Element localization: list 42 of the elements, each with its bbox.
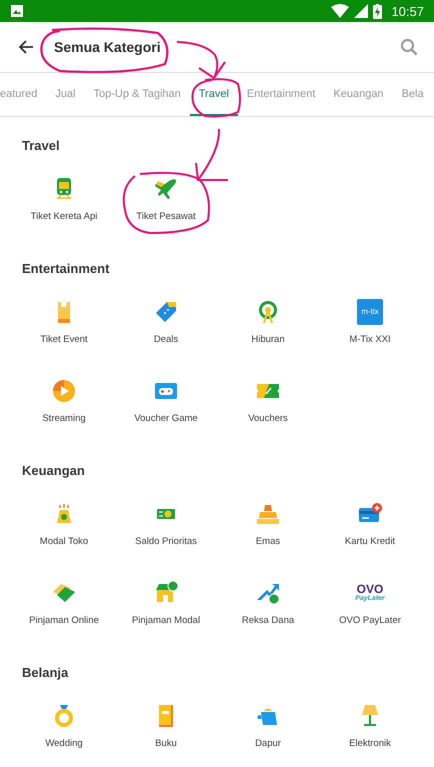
play-icon <box>51 378 77 404</box>
category-link[interactable]: Streaming <box>42 412 86 426</box>
category-link[interactable]: Kartu Kredit <box>344 535 396 549</box>
category-link[interactable]: Tiket Kereta Api <box>30 210 98 224</box>
section-title: Keuangan <box>21 462 86 480</box>
category-link[interactable]: Reksa Dana <box>242 614 294 628</box>
category-link[interactable]: Wedding <box>45 737 83 751</box>
category-link[interactable]: Elektronik <box>349 737 391 751</box>
category-link[interactable]: Hiburan <box>251 333 285 347</box>
annotation-arrow <box>176 41 226 79</box>
category-link[interactable]: Pinjaman Modal <box>132 614 200 628</box>
section-title: Travel <box>21 137 61 155</box>
airplane-icon <box>153 176 179 202</box>
category-link[interactable]: M-Tix XXI <box>349 333 391 347</box>
category-link[interactable]: Vouchers <box>248 412 288 426</box>
category-link[interactable]: Buku <box>155 737 177 751</box>
signal-icon <box>354 4 368 18</box>
page-title: Semua Kategori <box>54 39 162 55</box>
category-link[interactable]: Deals <box>154 333 178 347</box>
search-icon <box>400 38 418 56</box>
category-link[interactable]: Modal Toko <box>40 535 88 549</box>
wifi-icon <box>331 4 350 18</box>
back-arrow-icon <box>18 39 34 55</box>
logo-text: OVO <box>356 583 384 595</box>
image-icon <box>10 4 24 18</box>
category-link[interactable]: Dapur <box>255 737 281 751</box>
back-button[interactable] <box>18 38 36 56</box>
category-link[interactable]: Tiket Event <box>40 333 88 347</box>
category-link[interactable]: OVO PayLater <box>339 614 401 628</box>
battery-icon <box>373 4 382 18</box>
logo-text: m-tix <box>361 306 379 318</box>
category-tab[interactable]: Travel <box>190 73 238 116</box>
category-link[interactable]: Voucher Game <box>134 412 198 426</box>
search-button[interactable] <box>400 37 420 57</box>
category-link[interactable]: Pinjaman Online <box>29 614 99 628</box>
category-link[interactable]: Emas <box>256 535 280 549</box>
clock-time: 10:57 <box>391 4 424 18</box>
category-link[interactable]: Tiket Pesawat <box>136 210 196 224</box>
section-title: Belanja <box>21 664 70 682</box>
section-title: Entertainment <box>21 260 110 278</box>
category-link[interactable]: Saldo Prioritas <box>135 535 197 549</box>
annotation-arrow <box>195 128 229 181</box>
